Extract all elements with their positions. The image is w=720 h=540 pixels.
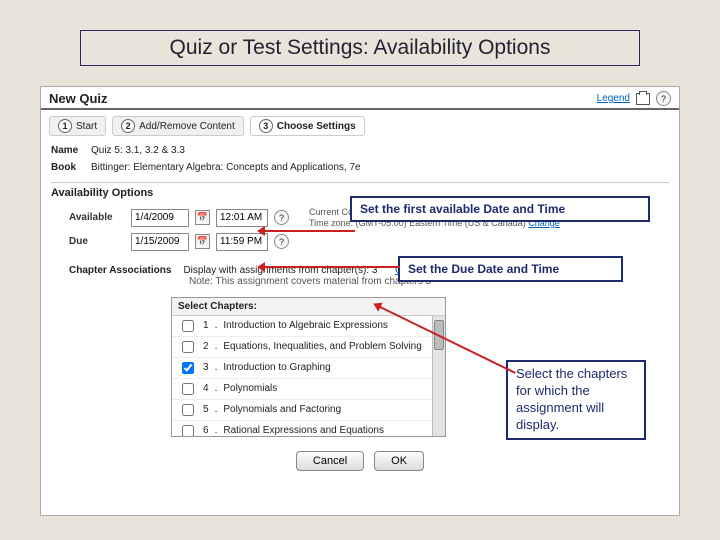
chapter-assoc-label: Chapter Associations — [69, 265, 171, 276]
app-header: New Quiz Legend ? — [41, 87, 679, 110]
help-icon[interactable]: ? — [656, 91, 671, 106]
ok-button[interactable]: OK — [374, 451, 424, 471]
chapter-checkbox[interactable] — [182, 425, 194, 436]
list-item[interactable]: 4. Polynomials — [172, 379, 445, 400]
help-icon[interactable]: ? — [274, 234, 289, 249]
dialog-buttons: Cancel OK — [41, 443, 679, 477]
book-label: Book — [51, 162, 85, 173]
step-add-remove[interactable]: 2 Add/Remove Content — [112, 116, 244, 136]
callout-chapters: Select the chapters for which the assign… — [506, 360, 646, 440]
chapter-list: 1. Introduction to Algebraic Expressions… — [172, 316, 445, 436]
step-label: Add/Remove Content — [139, 121, 235, 132]
chapter-label: Rational Expressions and Equations — [223, 425, 384, 436]
header-right: Legend ? — [597, 91, 671, 106]
available-time-input[interactable] — [216, 209, 268, 227]
help-icon[interactable]: ? — [274, 210, 289, 225]
step-label: Choose Settings — [277, 121, 356, 132]
chapter-checkbox[interactable] — [182, 320, 194, 332]
list-item[interactable]: 3. Introduction to Graphing — [172, 358, 445, 379]
chapter-label: Introduction to Algebraic Expressions — [223, 320, 388, 331]
chapter-checkbox[interactable] — [182, 383, 194, 395]
cancel-button[interactable]: Cancel — [296, 451, 364, 471]
chapter-label: Polynomials and Factoring — [223, 404, 341, 415]
chapter-label: Polynomials — [223, 383, 277, 394]
step-start[interactable]: 1 Start — [49, 116, 106, 136]
list-item[interactable]: 5. Polynomials and Factoring — [172, 400, 445, 421]
arrow-icon — [260, 266, 400, 268]
due-label: Due — [69, 236, 125, 247]
book-value: Bittinger: Elementary Algebra: Concepts … — [91, 162, 361, 173]
name-row: Name Quiz 5: 3.1, 3.2 & 3.3 — [41, 142, 679, 159]
name-label: Name — [51, 145, 85, 156]
step-choose-settings[interactable]: 3 Choose Settings — [250, 116, 365, 136]
chapter-num: 1 — [203, 320, 209, 331]
book-row: Book Bittinger: Elementary Algebra: Conc… — [41, 159, 679, 176]
chapter-checkbox[interactable] — [182, 404, 194, 416]
chapter-num: 5 — [203, 404, 209, 415]
due-date-input[interactable] — [131, 233, 189, 251]
app-frame: New Quiz Legend ? 1 Start 2 Add/Remove C… — [40, 86, 680, 516]
name-value: Quiz 5: 3.1, 3.2 & 3.3 — [91, 145, 185, 156]
step-number: 2 — [121, 119, 135, 133]
available-date-input[interactable] — [131, 209, 189, 227]
chapter-num: 2 — [203, 341, 209, 352]
print-icon[interactable] — [636, 93, 650, 105]
legend-link[interactable]: Legend — [597, 93, 630, 104]
list-item[interactable]: 6. Rational Expressions and Equations — [172, 421, 445, 436]
wizard-steps: 1 Start 2 Add/Remove Content 3 Choose Se… — [41, 110, 679, 142]
chapter-num: 3 — [203, 362, 209, 373]
page-title: Quiz or Test Settings: Availability Opti… — [80, 30, 640, 66]
window-title: New Quiz — [49, 91, 108, 106]
step-number: 3 — [259, 119, 273, 133]
chapter-checkbox[interactable] — [182, 362, 194, 374]
chapter-num: 4 — [203, 383, 209, 394]
callout-available: Set the first available Date and Time — [350, 196, 650, 222]
step-number: 1 — [58, 119, 72, 133]
chapter-label: Equations, Inequalities, and Problem Sol… — [223, 341, 421, 352]
arrow-icon — [260, 230, 355, 232]
chapter-label: Introduction to Graphing — [223, 362, 330, 373]
list-item[interactable]: 2. Equations, Inequalities, and Problem … — [172, 337, 445, 358]
calendar-icon[interactable]: 📅 — [195, 210, 210, 225]
calendar-icon[interactable]: 📅 — [195, 234, 210, 249]
step-label: Start — [76, 121, 97, 132]
due-row: Due 📅 ? — [69, 233, 669, 251]
callout-due: Set the Due Date and Time — [398, 256, 623, 282]
chapter-checkbox[interactable] — [182, 341, 194, 353]
chapter-picker-header: Select Chapters: — [172, 298, 445, 316]
chapter-num: 6 — [203, 425, 209, 436]
available-label: Available — [69, 212, 125, 223]
